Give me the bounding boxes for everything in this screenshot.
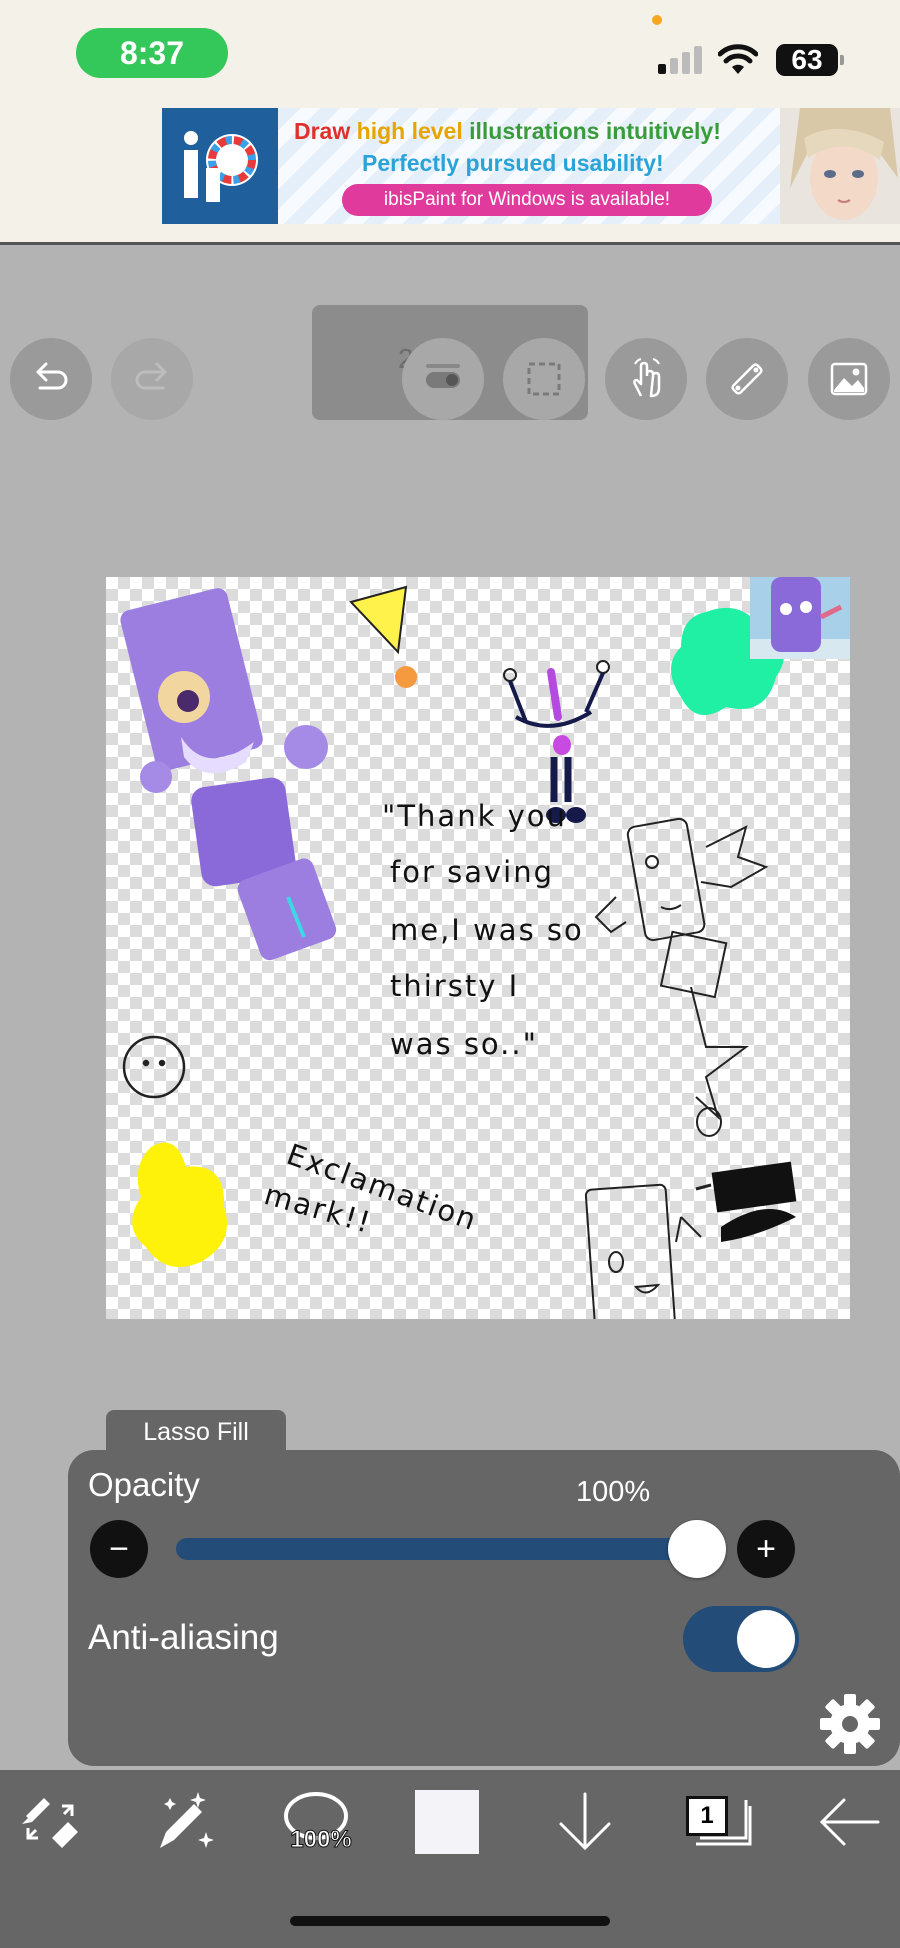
corner-character-thumbnail — [750, 577, 850, 659]
dashed-selection-icon — [527, 362, 561, 396]
cellular-signal-icon — [658, 46, 704, 74]
magic-pen-icon — [160, 1792, 214, 1848]
lasso-fill-tab[interactable]: Lasso Fill — [106, 1410, 286, 1454]
brush-size-value: 100% — [290, 1826, 352, 1854]
yellow-exclamation-drawing — [349, 585, 417, 688]
note-line: "Thank you — [382, 799, 567, 833]
ad-subheadline: Perfectly pursued usability! — [362, 150, 664, 176]
layer-count: 1 — [686, 1796, 728, 1836]
hand-touch-icon — [633, 358, 661, 398]
magic-pen-button[interactable] — [142, 1782, 222, 1862]
anti-aliasing-toggle[interactable] — [683, 1606, 799, 1672]
opacity-increase-button[interactable]: + — [737, 1520, 795, 1578]
tool-switch-button[interactable] — [10, 1782, 90, 1862]
opacity-value: 100% — [576, 1476, 651, 1508]
toggle-knob — [737, 1610, 795, 1668]
opacity-slider-track[interactable] — [176, 1538, 704, 1560]
drawing-canvas[interactable]: "Thank you for saving me,I was so thirst… — [106, 577, 850, 1319]
arrow-down-icon — [559, 1792, 611, 1851]
touch-gesture-button[interactable] — [605, 338, 687, 420]
move-down-button[interactable] — [545, 1782, 625, 1862]
brush-eraser-switch-icon — [22, 1798, 78, 1848]
ad-cta-button[interactable]: ibisPaint for Windows is available! — [342, 184, 712, 216]
clock: 8:37 — [76, 28, 228, 78]
gear-icon[interactable] — [818, 1692, 882, 1756]
arrow-left-icon — [819, 1798, 880, 1846]
note-line: was so.." — [390, 1027, 538, 1061]
undo-button[interactable] — [10, 338, 92, 420]
ad-character-illustration — [780, 108, 900, 224]
ad-headline-part: Draw — [294, 118, 357, 144]
note-line: thirsty I — [390, 969, 520, 1003]
privacy-indicator-dot — [652, 15, 662, 25]
opacity-decrease-button[interactable]: − — [90, 1520, 148, 1578]
ruler-icon — [731, 363, 763, 395]
ad-strip: Draw high level illustrations intuitivel… — [0, 105, 900, 245]
ibispaint-logo — [162, 108, 278, 224]
ad-banner[interactable]: Draw high level illustrations intuitivel… — [162, 108, 900, 224]
wifi-icon — [718, 44, 758, 74]
selection-button[interactable] — [503, 338, 585, 420]
small-face-doodle — [122, 1035, 186, 1099]
color-swatch-button[interactable] — [415, 1790, 479, 1854]
purple-monster-drawing — [120, 588, 337, 961]
status-bar: 8:37 63 — [0, 0, 900, 105]
image-icon — [830, 362, 868, 396]
black-scribble-drawing — [695, 1161, 797, 1242]
toggle-switch-icon — [426, 364, 460, 388]
opacity-slider-thumb[interactable] — [668, 1520, 726, 1578]
ad-headline-part: illustrations — [469, 118, 606, 144]
back-button[interactable] — [808, 1782, 888, 1862]
ruler-button[interactable] — [706, 338, 788, 420]
redo-button[interactable] — [111, 338, 193, 420]
opacity-label: Opacity — [88, 1466, 200, 1503]
anti-aliasing-label: Anti-aliasing — [88, 1618, 279, 1657]
battery-indicator: 63 — [776, 44, 844, 76]
bottom-sketch-character — [584, 1183, 702, 1319]
toggle-button[interactable] — [402, 338, 484, 420]
redo-icon — [135, 362, 167, 390]
reference-image-button[interactable] — [808, 338, 890, 420]
undo-icon — [36, 362, 68, 390]
note-line: for saving — [390, 855, 554, 889]
sketch-character-drawing — [594, 817, 769, 1137]
yellow-blob-drawing — [132, 1142, 228, 1267]
ad-headline-part: high level — [356, 118, 470, 144]
ad-headline: Draw high level illustrations intuitivel… — [294, 118, 721, 145]
home-indicator — [290, 1916, 610, 1926]
note-line: me,I was so — [390, 913, 584, 947]
ad-headline-part: intuitively! — [605, 118, 721, 144]
